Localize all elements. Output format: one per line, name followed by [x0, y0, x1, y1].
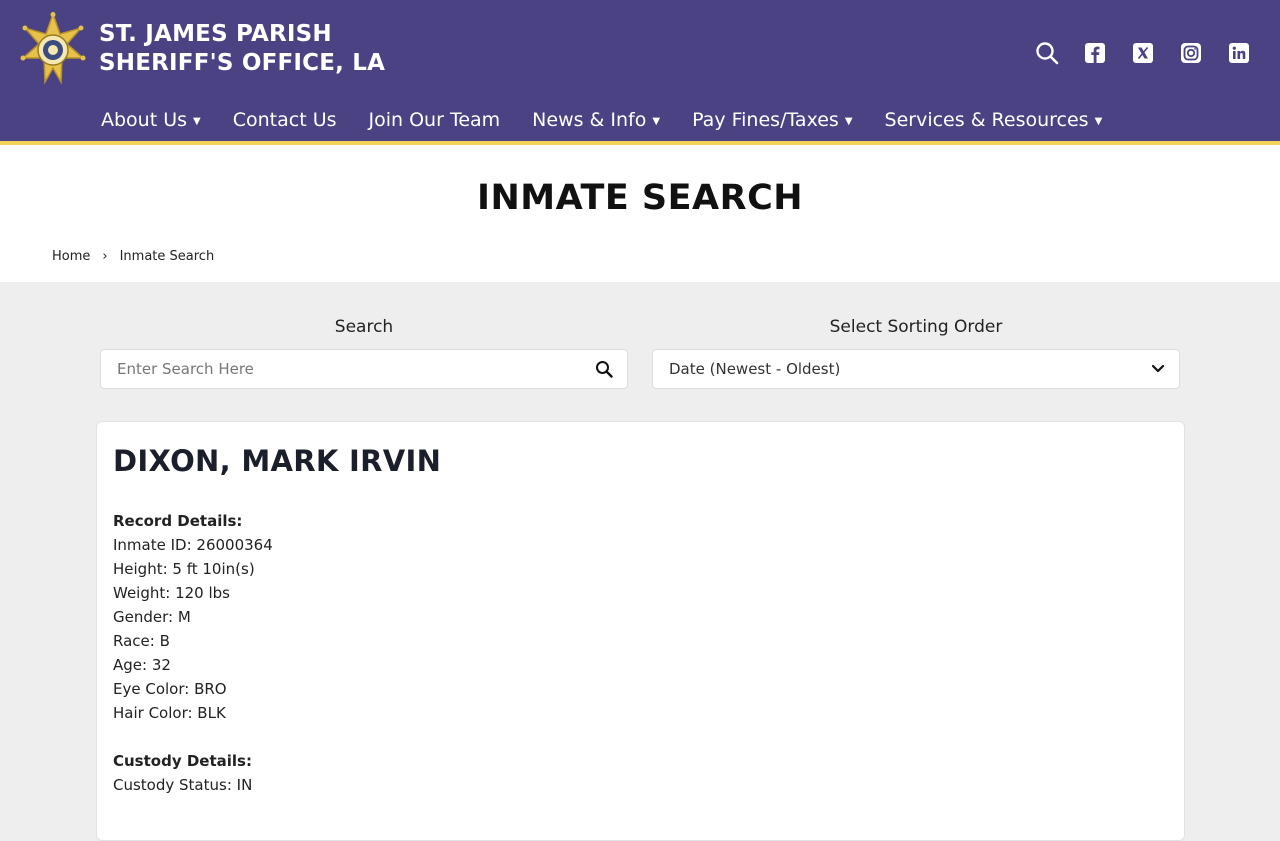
inmate-details: Record Details: Inmate ID: 26000364 Heig…	[113, 509, 273, 797]
nav-news-info[interactable]: News & Info ▼	[532, 109, 660, 131]
caret-down-icon: ▼	[652, 115, 661, 127]
title-band: INMATE SEARCH Home › Inmate Search	[0, 145, 1280, 282]
record-eye-color: Eye Color: BRO	[113, 680, 227, 698]
record-age: Age: 32	[113, 656, 171, 674]
record-inmate-id: Inmate ID: 26000364	[113, 536, 273, 554]
nav-label: Pay Fines/Taxes	[692, 109, 839, 131]
nav-label: Services & Resources	[884, 109, 1089, 131]
linkedin-icon[interactable]	[1226, 40, 1252, 66]
nav-about-us[interactable]: About Us ▼	[101, 109, 201, 131]
search-icon[interactable]	[595, 360, 613, 378]
caret-down-icon: ▼	[1094, 115, 1103, 127]
breadcrumb-separator: ›	[102, 249, 108, 264]
sheriff-badge-logo[interactable]	[19, 12, 87, 90]
search-label: Search	[334, 317, 394, 337]
sort-select[interactable]: Date (Newest - Oldest)	[652, 349, 1180, 389]
sort-label: Select Sorting Order	[829, 317, 1003, 337]
record-gender: Gender: M	[113, 608, 191, 626]
nav-label: Contact Us	[232, 109, 337, 131]
nav-contact-us[interactable]: Contact Us	[233, 109, 337, 131]
record-hair-color: Hair Color: BLK	[113, 704, 226, 722]
page-title: INMATE SEARCH	[476, 178, 804, 218]
search-input[interactable]	[117, 360, 595, 378]
site-title[interactable]: ST. JAMES PARISH SHERIFF'S OFFICE, LA	[99, 20, 385, 78]
nav-join-our-team[interactable]: Join Our Team	[369, 109, 501, 131]
breadcrumb-current: Inmate Search	[119, 249, 215, 264]
search-box[interactable]	[100, 349, 628, 389]
nav-label: Join Our Team	[368, 109, 501, 131]
record-weight: Weight: 120 lbs	[113, 584, 230, 602]
breadcrumb: Home › Inmate Search	[52, 249, 214, 264]
record-height: Height: 5 ft 10in(s)	[113, 560, 255, 578]
social-links	[1012, 40, 1252, 66]
nav-label: News & Info	[532, 109, 647, 131]
main-nav: About Us ▼ Contact Us Join Our Team News …	[101, 104, 1102, 136]
site-title-line-1: ST. JAMES PARISH	[99, 21, 332, 47]
inmate-name: DIXON, MARK IRVIN	[113, 444, 442, 478]
inmate-card: DIXON, MARK IRVIN Record Details: Inmate…	[96, 421, 1185, 841]
custody-details-heading: Custody Details:	[113, 752, 252, 770]
record-race: Race: B	[113, 632, 170, 650]
chevron-down-icon	[1151, 364, 1165, 374]
instagram-icon[interactable]	[1178, 40, 1204, 66]
record-details-heading: Record Details:	[113, 512, 243, 530]
site-header: ST. JAMES PARISH SHERIFF'S OFFICE, LA Ab…	[0, 0, 1280, 141]
search-icon[interactable]	[1034, 40, 1060, 66]
breadcrumb-home-link[interactable]: Home	[52, 249, 90, 264]
facebook-icon[interactable]	[1082, 40, 1108, 66]
caret-down-icon: ▼	[193, 115, 201, 127]
site-title-line-2: SHERIFF'S OFFICE, LA	[99, 50, 386, 76]
caret-down-icon: ▼	[844, 115, 853, 127]
nav-pay-fines-taxes[interactable]: Pay Fines/Taxes ▼	[692, 109, 852, 131]
custody-status: Custody Status: IN	[113, 776, 253, 794]
nav-services-resources[interactable]: Services & Resources ▼	[885, 109, 1103, 131]
sort-select-value: Date (Newest - Oldest)	[669, 360, 841, 378]
nav-label: About Us	[101, 109, 188, 131]
x-icon[interactable]	[1130, 40, 1156, 66]
